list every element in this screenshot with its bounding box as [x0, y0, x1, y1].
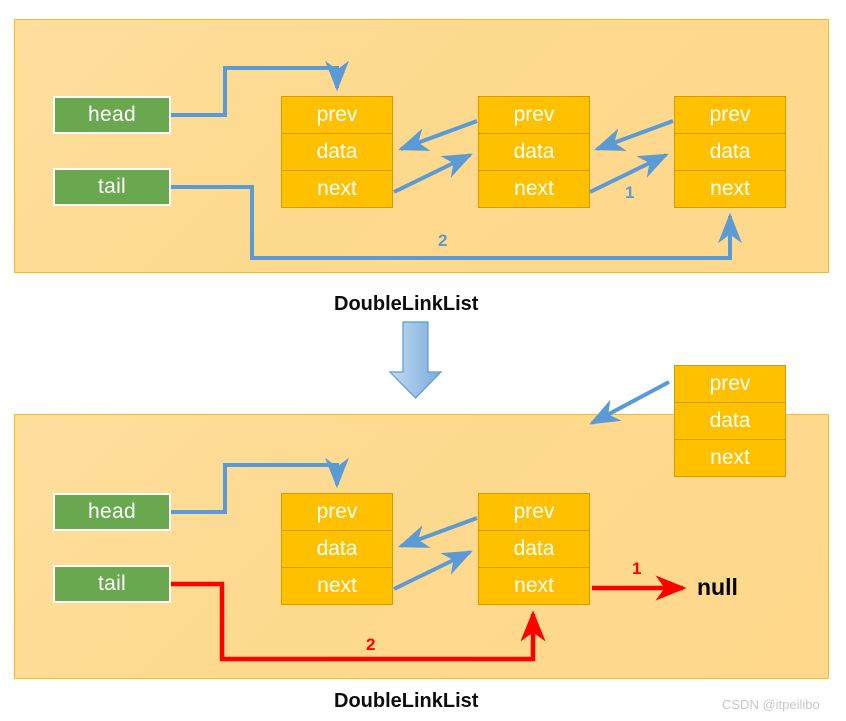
bottom-panel-caption: DoubleLinkList — [334, 690, 479, 712]
top-node-3-prev: prev — [674, 96, 786, 134]
bottom-pointer-head: head — [53, 493, 171, 531]
bottom-step-label-1: 1 — [632, 559, 642, 578]
bottom-node-2-data: data — [478, 530, 590, 568]
bottom-node-2-next: next — [478, 567, 590, 605]
top-node-1-prev: prev — [281, 96, 393, 134]
top-pointer-tail: tail — [53, 168, 171, 206]
top-node-1-data: data — [281, 133, 393, 171]
top-node-2: prev data next — [478, 96, 590, 208]
top-panel-caption: DoubleLinkList — [334, 293, 479, 315]
diagram-canvas: head tail prev data next prev data next … — [0, 0, 846, 721]
detached-node-data: data — [674, 402, 786, 440]
top-pointer-head-label: head — [88, 103, 136, 126]
top-node-3-data: data — [674, 133, 786, 171]
bottom-pointer-tail-label: tail — [97, 572, 127, 595]
transition-down-arrow — [388, 321, 443, 399]
bottom-pointer-tail: tail — [53, 565, 171, 603]
bottom-node-1-data: data — [281, 530, 393, 568]
top-node-3-next: next — [674, 170, 786, 208]
detached-node-prev: prev — [674, 365, 786, 403]
top-step-label-1: 1 — [625, 183, 635, 202]
top-pointer-tail-label: tail — [97, 175, 127, 198]
null-label: null — [697, 574, 738, 600]
top-node-1: prev data next — [281, 96, 393, 208]
top-node-2-data: data — [478, 133, 590, 171]
watermark: CSDN @itpeilibo — [722, 697, 820, 712]
bottom-node-1-next: next — [281, 567, 393, 605]
bottom-node-2: prev data next — [478, 493, 590, 605]
bottom-node-2-prev: prev — [478, 493, 590, 531]
top-node-2-next: next — [478, 170, 590, 208]
bottom-node-1-prev: prev — [281, 493, 393, 531]
top-step-label-2: 2 — [438, 231, 448, 250]
bottom-pointer-head-label: head — [88, 500, 136, 523]
top-node-1-next: next — [281, 170, 393, 208]
detached-node-next: next — [674, 439, 786, 477]
detached-node: prev data next — [674, 365, 786, 477]
top-node-2-prev: prev — [478, 96, 590, 134]
top-pointer-head: head — [53, 96, 171, 134]
top-node-3: prev data next — [674, 96, 786, 208]
bottom-step-label-2: 2 — [366, 635, 376, 654]
bottom-node-1: prev data next — [281, 493, 393, 605]
